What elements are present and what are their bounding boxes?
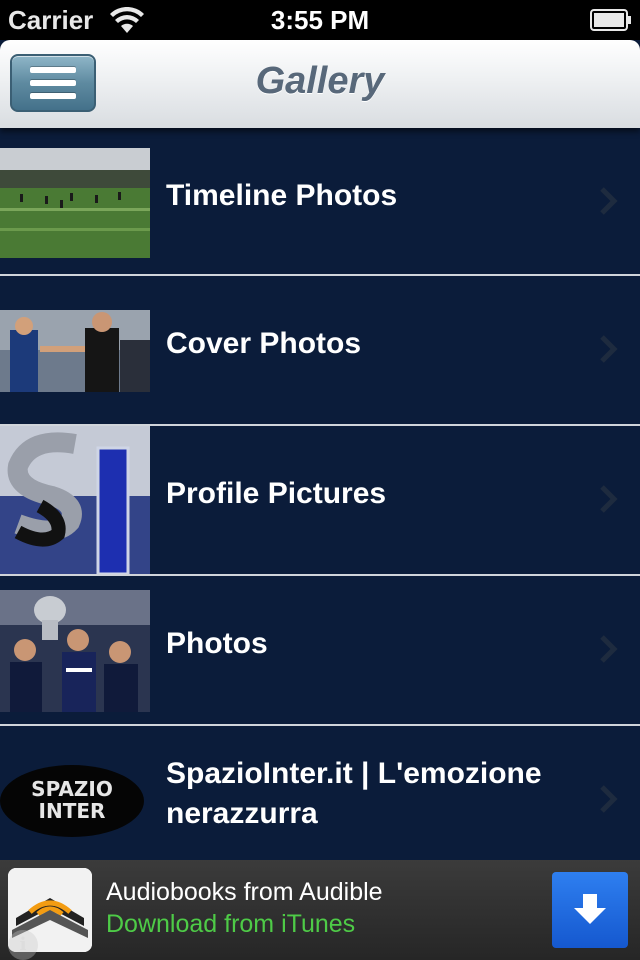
info-icon[interactable]: i (8, 930, 38, 960)
spazio-inter-logo: SPAZIO INTER (0, 762, 150, 840)
soccer-field-photo (0, 148, 150, 258)
chevron-right-icon (600, 785, 618, 813)
download-arrow-icon (574, 894, 606, 924)
ad-title: Audiobooks from Audible (106, 878, 383, 906)
navigation-bar: Gallery (0, 40, 640, 128)
album-row-spaziointer[interactable]: SPAZIO INTER SpazioInter.it | L'emozione… (0, 726, 640, 860)
album-list: Timeline Photos Cover Photos Profile Pic… (0, 128, 640, 860)
svg-text:SPAZIO: SPAZIO (31, 777, 113, 801)
ad-subtitle: Download from iTunes (106, 910, 356, 938)
page-title: Gallery (255, 60, 385, 102)
album-label: SpazioInter.it | L'emozione nerazzurra (166, 757, 542, 830)
album-row-timeline-photos[interactable]: Timeline Photos (0, 128, 640, 276)
album-row-photos[interactable]: Photos (0, 576, 640, 726)
battery-icon (590, 9, 631, 31)
album-row-profile-pictures[interactable]: Profile Pictures (0, 426, 640, 576)
players-handshake-photo (0, 310, 150, 392)
album-row-cover-photos[interactable]: Cover Photos (0, 276, 640, 426)
chevron-right-icon (600, 485, 618, 513)
si-logo-photo (0, 426, 150, 574)
album-label: Photos (166, 627, 268, 660)
clock-time: 3:55 PM (270, 5, 370, 35)
ad-banner[interactable]: i Audiobooks from Audible Download from … (0, 860, 640, 960)
album-label: Profile Pictures (166, 477, 387, 510)
chevron-right-icon (600, 335, 618, 363)
svg-text:INTER: INTER (39, 799, 106, 823)
chevron-right-icon (600, 187, 618, 215)
chevron-right-icon (600, 635, 618, 663)
album-label: Timeline Photos (166, 179, 398, 212)
trophy-celebration-photo (0, 590, 150, 712)
download-button[interactable] (552, 872, 628, 948)
status-bar: Carrier 3:55 PM (0, 0, 640, 40)
album-label: Cover Photos (166, 327, 362, 360)
